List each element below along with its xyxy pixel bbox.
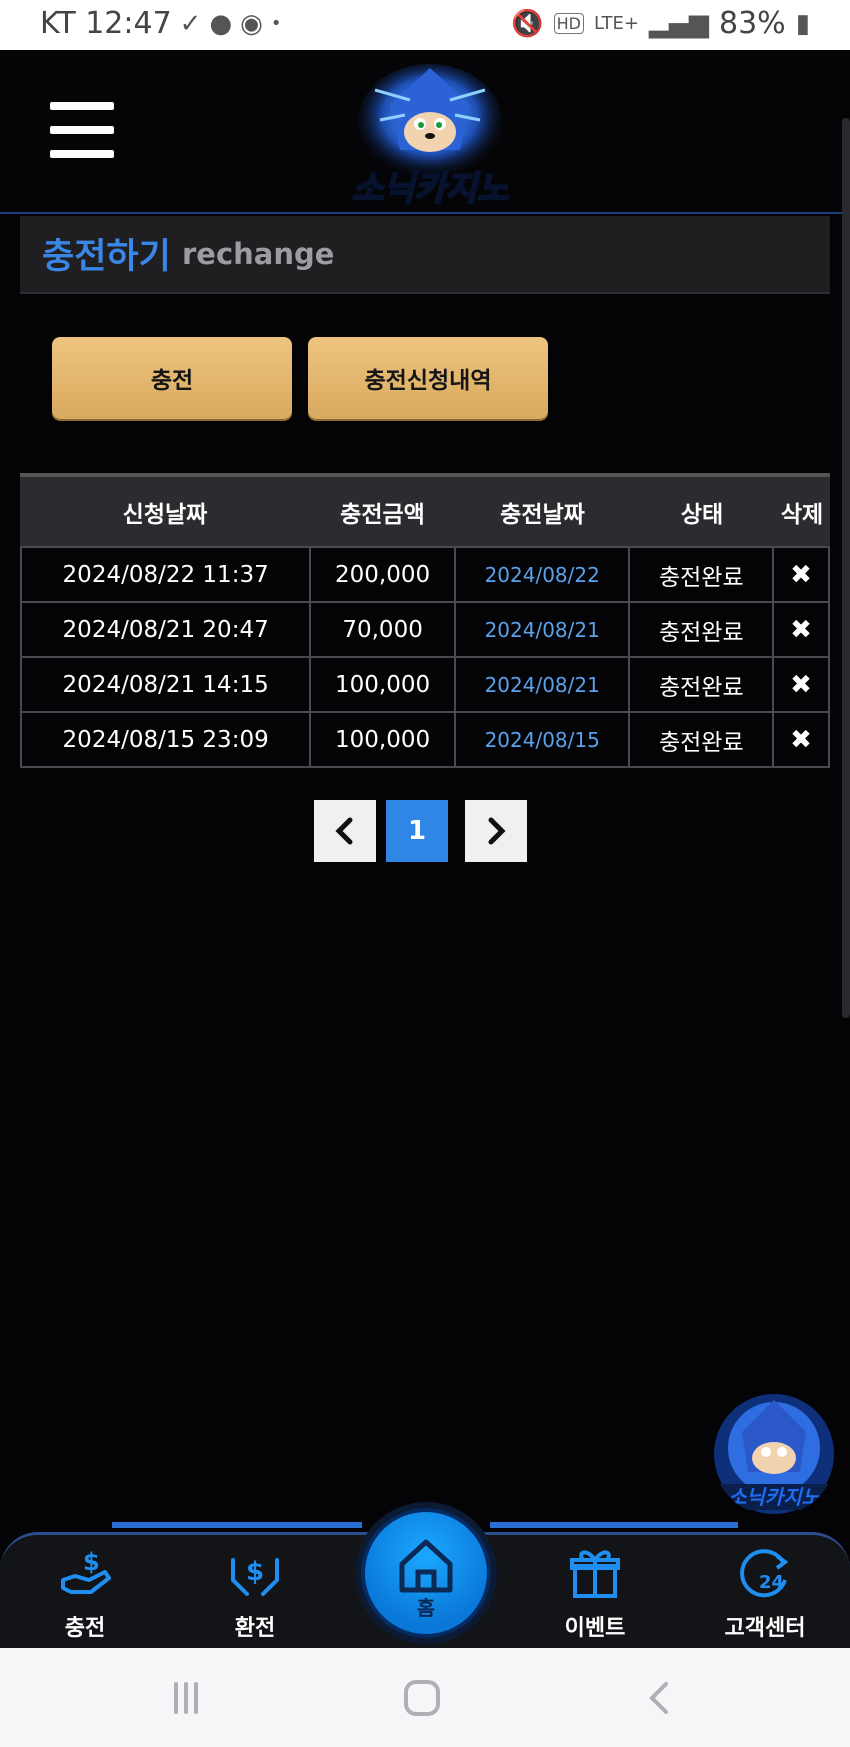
svg-text:$: $ bbox=[246, 1557, 264, 1587]
hamburger-menu-button[interactable] bbox=[50, 102, 114, 158]
header-requested-date: 신청날짜 bbox=[122, 501, 208, 528]
exchange-hand-icon: $ bbox=[231, 1557, 279, 1596]
hd-icon: HD bbox=[553, 13, 584, 34]
svg-text:24: 24 bbox=[759, 1572, 784, 1593]
page-title: 충전하기 bbox=[42, 237, 171, 277]
page-subtitle: rechange bbox=[182, 237, 335, 271]
nav-support[interactable]: 24 고객센터 bbox=[700, 1546, 830, 1646]
chat-bubble-icon: ◉ bbox=[240, 8, 263, 39]
delete-icon[interactable]: ✖ bbox=[774, 713, 830, 766]
header-delete: 삭제 bbox=[780, 501, 824, 528]
status-cell: 충전완료 bbox=[630, 713, 775, 766]
nav-exchange-label: 환전 bbox=[234, 1616, 276, 1641]
more-dot-icon: • bbox=[270, 13, 282, 34]
nav-deposit[interactable]: $ 충전 bbox=[20, 1546, 150, 1646]
floating-brand-text: 소닉카지노 bbox=[728, 1485, 821, 1509]
charge-date-cell: 2024/08/22 bbox=[456, 548, 631, 601]
amount-cell: 100,000 bbox=[311, 658, 456, 711]
chevron-right-icon bbox=[488, 817, 506, 845]
mute-icon: 🔇 bbox=[511, 8, 544, 39]
nav-event-label: 이벤트 bbox=[564, 1616, 626, 1641]
nav-home[interactable]: 홈 bbox=[361, 1508, 491, 1638]
section-title-bar: 충전하기 rechange bbox=[20, 216, 830, 294]
talk-icon: ● bbox=[209, 8, 233, 39]
lte-icon: LTE+ bbox=[594, 13, 639, 34]
requested-date-cell: 2024/08/21 14:15 bbox=[22, 658, 312, 711]
carrier-time: KT 12:47 bbox=[40, 6, 172, 41]
status-cell: 충전완료 bbox=[630, 603, 775, 656]
nav-event[interactable]: 이벤트 bbox=[530, 1546, 660, 1646]
battery-icon: ▮ bbox=[795, 8, 810, 39]
charge-date-cell: 2024/08/15 bbox=[456, 713, 631, 766]
charge-date-cell: 2024/08/21 bbox=[456, 658, 631, 711]
nav-accent-right bbox=[490, 1522, 738, 1528]
charge-history-button[interactable]: 충전신청내역 bbox=[308, 337, 548, 419]
table-body: 2024/08/22 11:37 200,000 2024/08/22 충전완료… bbox=[20, 546, 830, 768]
status-cell: 충전완료 bbox=[630, 548, 775, 601]
home-icon bbox=[399, 1539, 453, 1593]
status-bar: KT 12:47 ✓ ● ◉ • 🔇 HD LTE+ ▂▄▆ 83% ▮ bbox=[0, 0, 850, 50]
delete-icon[interactable]: ✖ bbox=[774, 603, 830, 656]
signal-icon: ▂▄▆ bbox=[649, 8, 709, 39]
amount-cell: 200,000 bbox=[311, 548, 456, 601]
status-cell: 충전완료 bbox=[630, 658, 775, 711]
home-system-icon[interactable] bbox=[392, 1678, 452, 1718]
site-header: 소닉카지노 bbox=[0, 50, 850, 214]
table-row: 2024/08/21 14:15 100,000 2024/08/21 충전완료… bbox=[20, 658, 830, 713]
table-row: 2024/08/22 11:37 200,000 2024/08/22 충전완료… bbox=[20, 548, 830, 603]
table-row: 2024/08/21 20:47 70,000 2024/08/21 충전완료 … bbox=[20, 603, 830, 658]
charge-history-table: 신청날짜 충전금액 충전날짜 상태 삭제 2024/08/22 11:37 20… bbox=[20, 473, 830, 768]
pagination-prev-button[interactable] bbox=[314, 800, 376, 862]
header-amount: 충전금액 bbox=[340, 501, 425, 528]
delete-icon[interactable]: ✖ bbox=[774, 548, 830, 601]
bottom-navigation: $ 충전 $ 환전 홈 이벤트 24 고객센터 bbox=[0, 1508, 850, 1648]
table-header: 신청날짜 충전금액 충전날짜 상태 삭제 bbox=[20, 473, 830, 546]
deposit-hand-icon: $ bbox=[61, 1548, 111, 1594]
battery-percent: 83% bbox=[719, 6, 786, 41]
gift-icon bbox=[570, 1550, 620, 1598]
delete-icon[interactable]: ✖ bbox=[774, 658, 830, 711]
recent-apps-icon[interactable] bbox=[156, 1678, 216, 1718]
amount-cell: 70,000 bbox=[311, 603, 456, 656]
chevron-left-icon bbox=[335, 817, 353, 845]
brand-logo[interactable]: 소닉카지노 bbox=[320, 60, 540, 210]
charge-date-cell: 2024/08/21 bbox=[456, 603, 631, 656]
nav-exchange[interactable]: $ 환전 bbox=[190, 1546, 320, 1646]
header-status: 상태 bbox=[680, 501, 724, 528]
amount-cell: 100,000 bbox=[311, 713, 456, 766]
requested-date-cell: 2024/08/15 23:09 bbox=[22, 713, 312, 766]
pagination-current-page[interactable]: 1 bbox=[386, 800, 448, 862]
brand-logo-text: 소닉카지노 bbox=[352, 169, 509, 209]
system-navigation-bar bbox=[0, 1648, 850, 1747]
header-charge-date: 충전날짜 bbox=[500, 501, 585, 528]
charge-button[interactable]: 충전 bbox=[52, 337, 292, 419]
page-scrollbar[interactable] bbox=[842, 118, 850, 1018]
nav-deposit-label: 충전 bbox=[64, 1616, 106, 1641]
nav-accent-left bbox=[112, 1522, 362, 1528]
pagination-next-button[interactable] bbox=[465, 800, 527, 862]
requested-date-cell: 2024/08/22 11:37 bbox=[22, 548, 312, 601]
volte-icon: ✓ bbox=[179, 8, 202, 39]
requested-date-cell: 2024/08/21 20:47 bbox=[22, 603, 312, 656]
nav-home-label: 홈 bbox=[416, 1596, 436, 1620]
table-row: 2024/08/15 23:09 100,000 2024/08/15 충전완료… bbox=[20, 713, 830, 768]
back-icon[interactable] bbox=[630, 1678, 690, 1718]
svg-text:$: $ bbox=[83, 1548, 100, 1576]
support-24-icon: 24 bbox=[740, 1549, 789, 1598]
floating-mascot-button[interactable]: 소닉카지노 bbox=[712, 1392, 836, 1516]
nav-support-label: 고객센터 bbox=[724, 1616, 806, 1641]
